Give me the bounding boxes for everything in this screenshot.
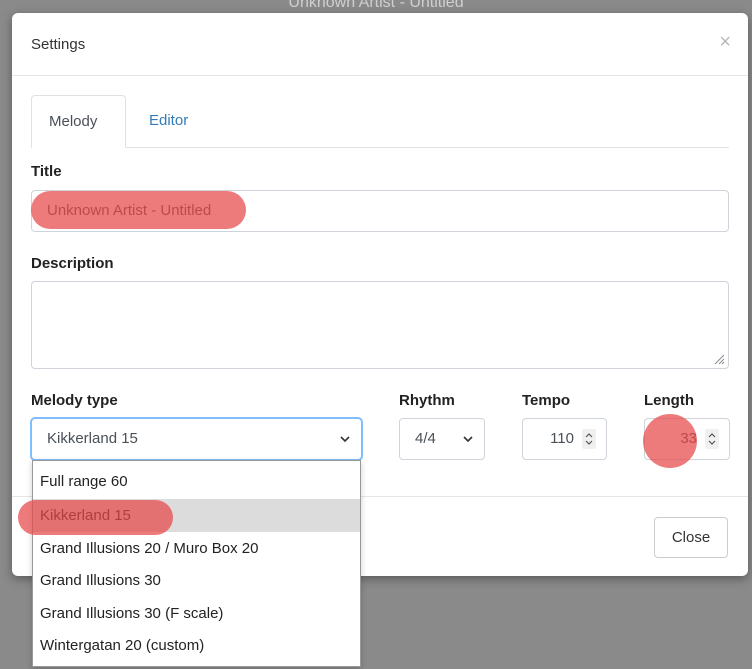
dropdown-option[interactable]: Grand Illusions 20 / Muro Box 20	[33, 532, 360, 565]
tab-melody[interactable]: Melody	[31, 95, 126, 148]
tempo-value: 110	[550, 430, 574, 447]
spinner-arrows-icon	[585, 433, 593, 445]
tab-editor[interactable]: Editor	[132, 95, 205, 147]
description-label: Description	[31, 255, 114, 272]
tempo-label: Tempo	[522, 392, 571, 409]
tempo-spinner[interactable]	[582, 429, 596, 449]
resize-grip-icon[interactable]	[713, 353, 725, 365]
melody-type-selected: Kikkerland 15	[47, 430, 138, 447]
dropdown-option-selected[interactable]: Kikkerland 15	[33, 499, 360, 532]
dropdown-option[interactable]: Grand Illusions 30	[33, 564, 360, 597]
rhythm-label: Rhythm	[399, 392, 455, 409]
dropdown-option[interactable]: Full range 60	[33, 465, 360, 498]
description-textarea[interactable]	[31, 281, 729, 369]
length-label: Length	[644, 392, 694, 409]
spinner-arrows-icon	[708, 433, 716, 445]
rhythm-selected: 4/4	[415, 430, 436, 447]
melody-type-select[interactable]: Kikkerland 15	[31, 418, 362, 460]
length-spinner[interactable]	[705, 429, 719, 449]
tempo-input[interactable]: 110	[522, 418, 607, 460]
melody-type-dropdown: Full range 60 Kikkerland 15 Grand Illusi…	[32, 460, 361, 667]
chevron-down-icon	[463, 436, 473, 443]
melody-type-label: Melody type	[31, 392, 118, 409]
settings-tabs: Melody Editor	[31, 95, 729, 148]
modal-header: Settings ×	[12, 13, 748, 76]
background-page-title: Unknown Artist - Untitled	[288, 0, 464, 11]
dropdown-option[interactable]: Grand Illusions 30 (F scale)	[33, 597, 360, 630]
modal-title: Settings	[31, 36, 86, 53]
close-icon[interactable]: ×	[719, 32, 731, 52]
title-input[interactable]: Unknown Artist - Untitled	[31, 190, 729, 232]
length-input[interactable]: 33	[644, 418, 730, 460]
length-value: 33	[680, 430, 697, 447]
chevron-down-icon	[340, 436, 350, 443]
close-button[interactable]: Close	[654, 517, 728, 558]
rhythm-select[interactable]: 4/4	[399, 418, 485, 460]
title-input-value: Unknown Artist - Untitled	[47, 202, 212, 219]
title-label: Title	[31, 163, 62, 180]
dropdown-option[interactable]: Wintergatan 20 (custom)	[33, 629, 360, 662]
